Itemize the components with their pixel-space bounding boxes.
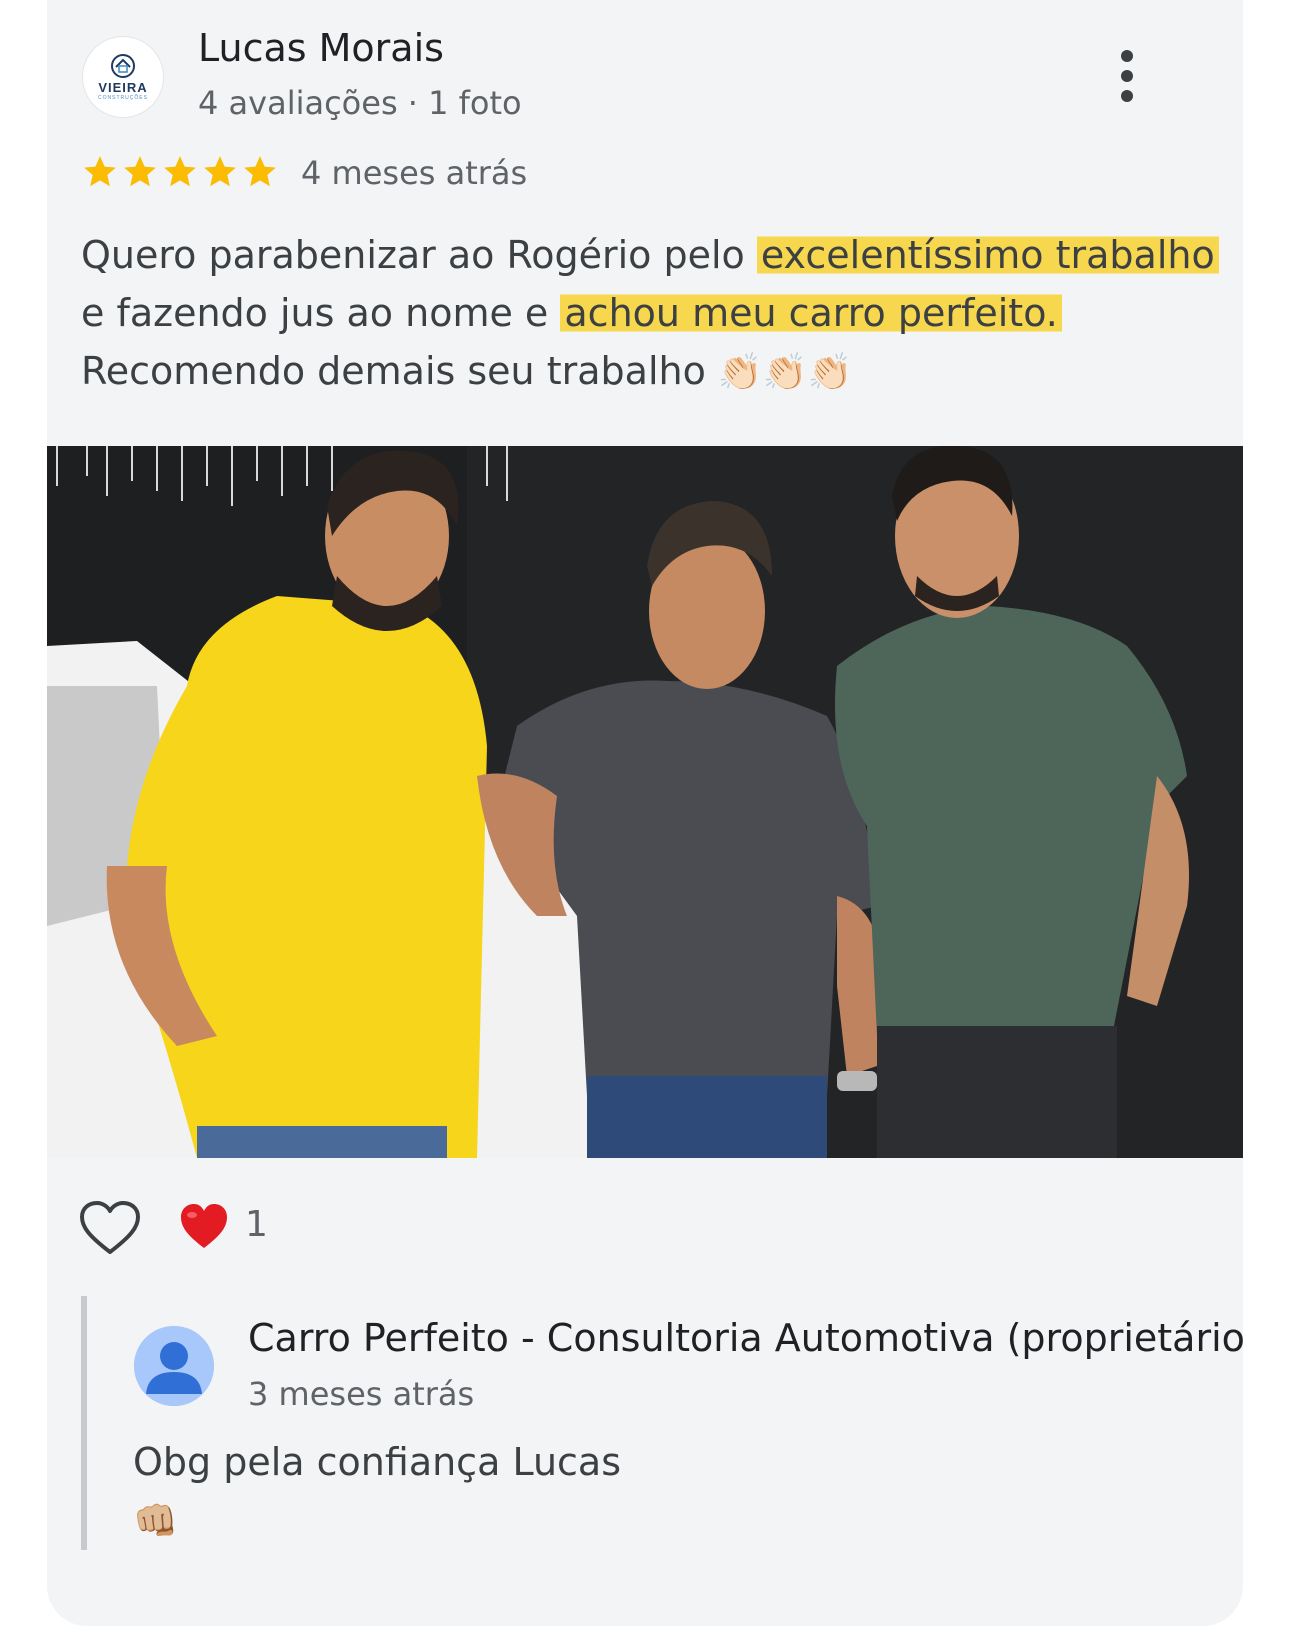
review-text-highlight: achou meu carro perfeito. xyxy=(560,291,1062,335)
clapping-hands-emoji: 👏🏻👏🏻👏🏻 xyxy=(717,352,853,393)
like-heart-icon[interactable] xyxy=(79,1200,141,1256)
reviewer-avatar[interactable]: VIEIRA CONSTRUÇÕES xyxy=(82,36,164,118)
reply-indent-bar xyxy=(81,1296,87,1550)
owner-name: Carro Perfeito - Consultoria Automotiva … xyxy=(248,1316,1243,1360)
star-rating xyxy=(81,153,279,193)
avatar-logo-text: VIEIRA xyxy=(98,80,148,95)
review-text-plain: e fazendo jus ao nome e xyxy=(81,291,561,335)
star-icon xyxy=(124,156,156,187)
review-photo-illustration xyxy=(47,446,1243,1158)
review-text-plain: Recomendo demais seu trabalho xyxy=(81,349,718,393)
star-icon xyxy=(204,156,236,187)
review-card: VIEIRA CONSTRUÇÕES Lucas Morais 4 avalia… xyxy=(47,0,1243,1626)
review-text-highlight: excelentíssimo trabalho xyxy=(756,233,1219,277)
star-icon xyxy=(244,156,276,187)
review-text-line: Recomendo demais seu trabalho 👏🏻👏🏻👏🏻 xyxy=(81,342,1231,402)
owner-avatar[interactable] xyxy=(134,1326,214,1406)
reply-text: Obg pela confiança Lucas xyxy=(133,1440,622,1484)
more-dot xyxy=(1121,90,1133,102)
review-photo[interactable] xyxy=(47,446,1243,1158)
reviewer-name[interactable]: Lucas Morais xyxy=(198,26,444,70)
more-dot xyxy=(1121,70,1133,82)
reply-time: 3 meses atrás xyxy=(248,1375,475,1413)
review-text-plain: Quero parabenizar ao Rogério pelo xyxy=(81,233,757,277)
star-icon xyxy=(164,156,196,187)
reviewer-meta: 4 avaliações · 1 foto xyxy=(198,84,522,122)
house-logo-icon xyxy=(111,54,135,78)
star-icon xyxy=(84,156,116,187)
fist-bump-emoji: 👊🏼 xyxy=(133,1501,178,1542)
more-options-icon[interactable] xyxy=(1109,50,1145,102)
review-time: 4 meses atrás xyxy=(301,154,528,192)
review-text-line: e fazendo jus ao nome e achou meu carro … xyxy=(81,284,1231,342)
avatar-logo-subtext: CONSTRUÇÕES xyxy=(98,95,148,101)
reaction-count: 1 xyxy=(245,1204,268,1245)
review-text: Quero parabenizar ao Rogério pelo excele… xyxy=(81,226,1231,402)
more-dot xyxy=(1121,50,1133,62)
red-heart-icon[interactable] xyxy=(179,1202,229,1252)
review-text-line: Quero parabenizar ao Rogério pelo excele… xyxy=(81,226,1231,284)
default-person-icon xyxy=(134,1326,214,1406)
